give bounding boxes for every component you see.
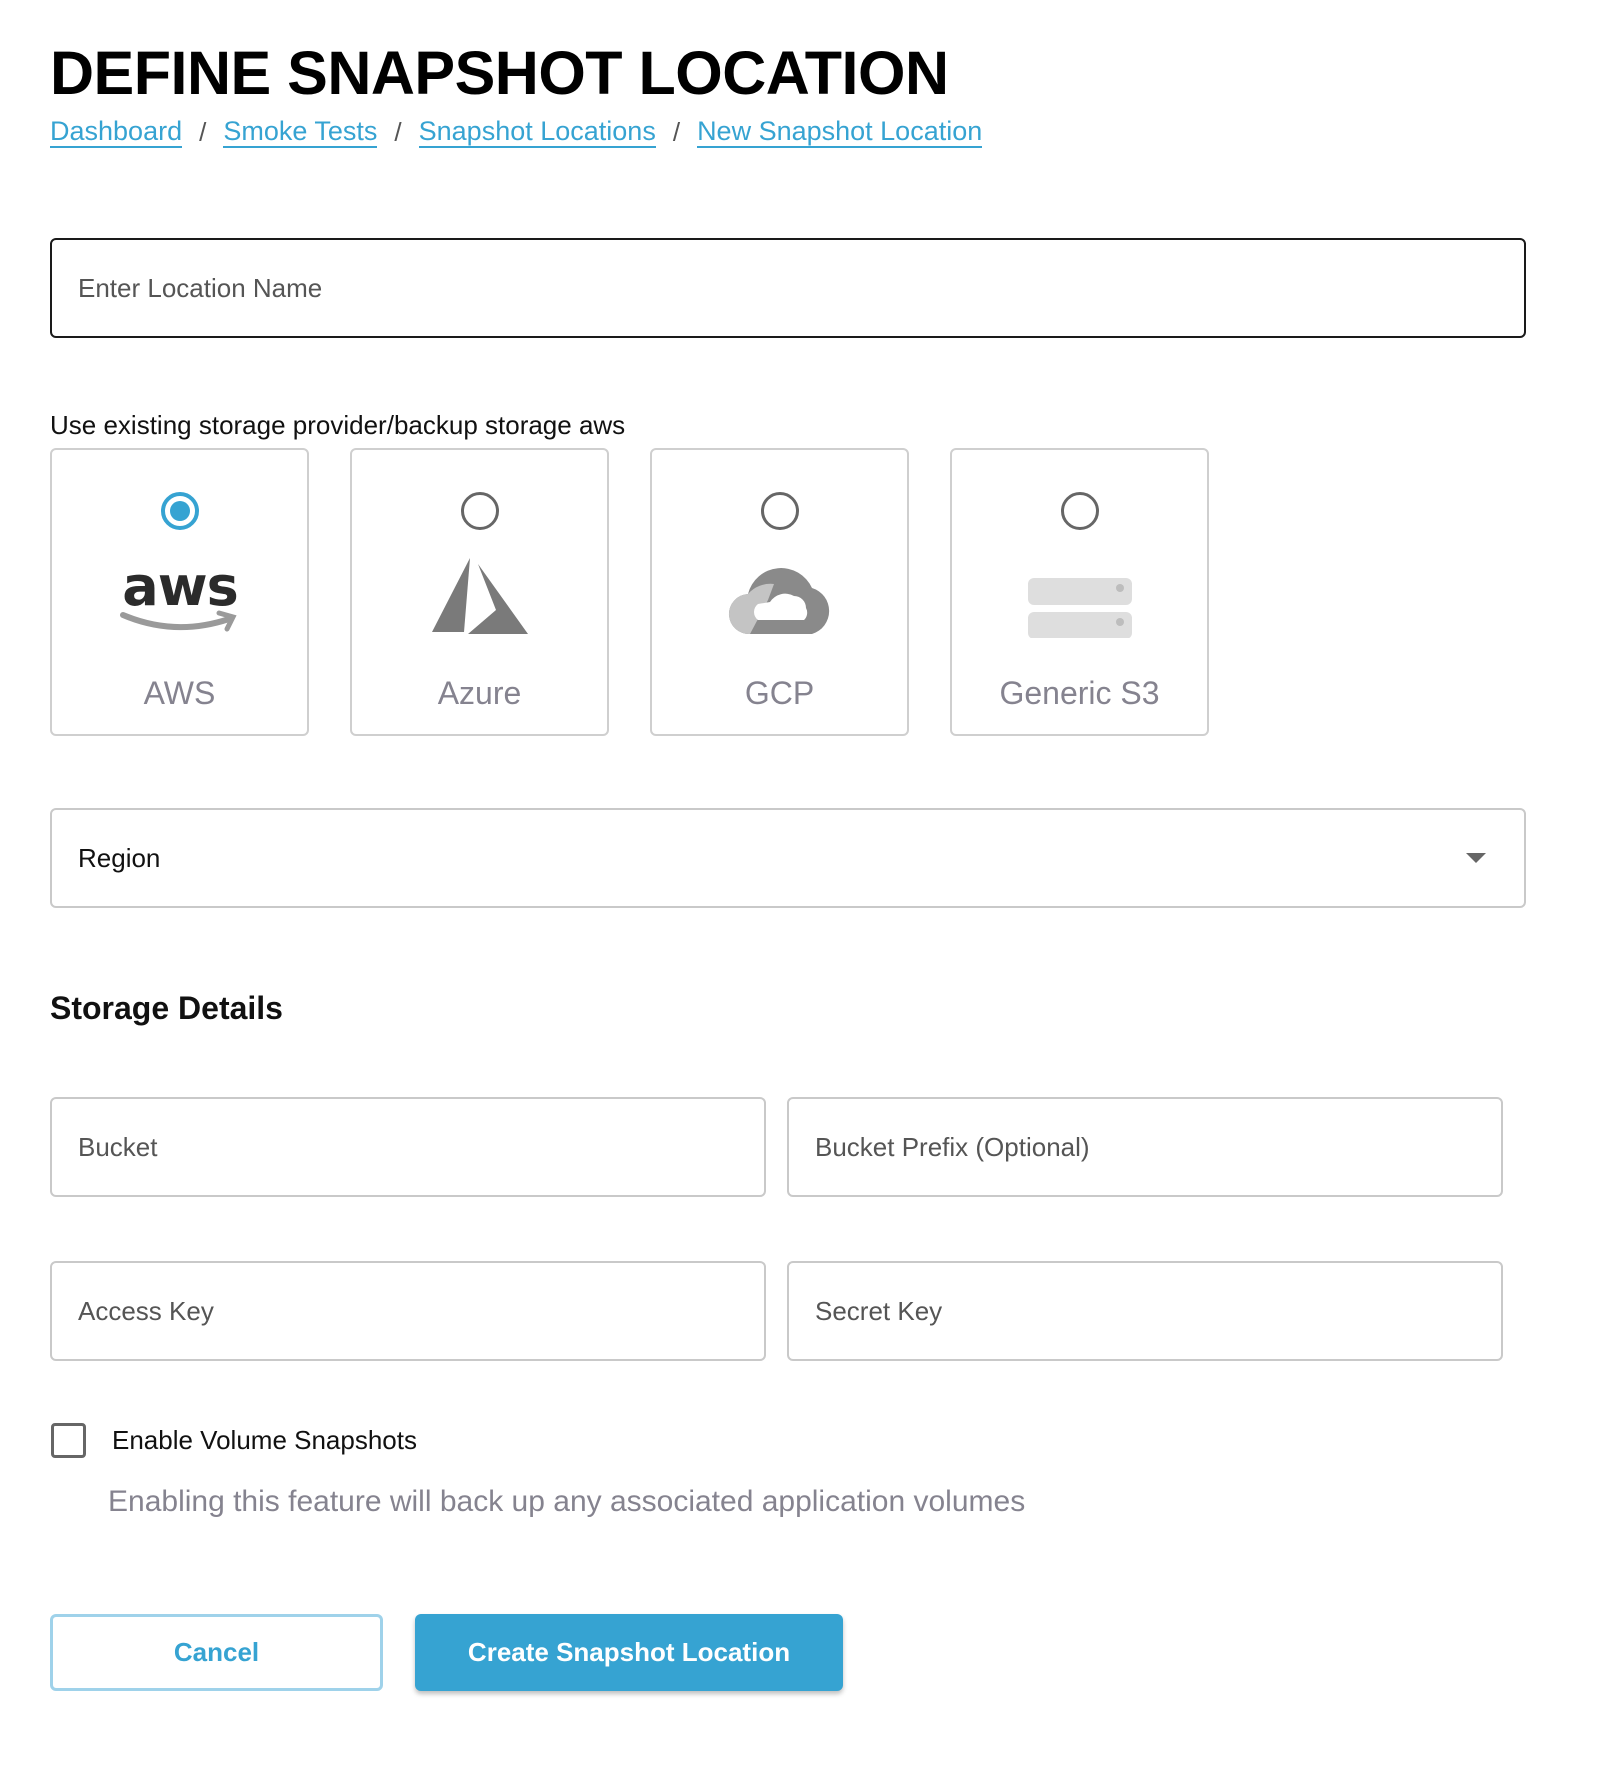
region-select-value: Region: [78, 842, 161, 873]
bucket-input[interactable]: [50, 1097, 766, 1197]
provider-name-azure: Azure: [437, 675, 522, 711]
provider-name-aws: AWS: [143, 675, 216, 711]
secret-key-input[interactable]: [787, 1261, 1503, 1361]
provider-card-azure[interactable]: Azure: [350, 448, 609, 736]
radio-dot: [169, 501, 190, 521]
breadcrumb-snapshot-locations[interactable]: Snapshot Locations: [418, 116, 656, 148]
gcp-cloud-icon: [728, 550, 832, 642]
location-name-input[interactable]: [50, 238, 1526, 338]
storage-details-heading: Storage Details: [50, 990, 283, 1026]
breadcrumb-smoke-tests[interactable]: Smoke Tests: [223, 116, 378, 148]
aws-logo-icon: aws: [115, 550, 245, 642]
azure-logo-icon: [428, 550, 532, 642]
provider-card-gcp[interactable]: GCP: [650, 448, 909, 736]
caret-down-icon: [1466, 853, 1486, 863]
provider-name-generic-s3: Generic S3: [999, 675, 1160, 711]
provider-card-generic-s3[interactable]: Generic S3: [950, 448, 1209, 736]
radio-generic-s3[interactable]: [1060, 492, 1099, 530]
radio-azure[interactable]: [460, 492, 499, 530]
volume-snapshots-helper-text: Enabling this feature will back up any a…: [108, 1485, 1026, 1518]
server-storage-icon: [1027, 550, 1132, 642]
provider-options: aws AWS Azure GCP Generic S3: [50, 448, 1209, 736]
breadcrumb-new-snapshot-location[interactable]: New Snapshot Location: [697, 116, 983, 148]
enable-volume-snapshots-row: Enable Volume Snapshots: [51, 1423, 417, 1458]
page: DEFINE SNAPSHOT LOCATION Dashboard / Smo…: [0, 0, 1622, 152]
access-key-input[interactable]: [50, 1261, 766, 1361]
breadcrumb: Dashboard / Smoke Tests / Snapshot Locat…: [50, 112, 1622, 152]
svg-text:aws: aws: [122, 555, 237, 618]
provider-label: Use existing storage provider/backup sto…: [50, 410, 626, 440]
create-snapshot-location-button[interactable]: Create Snapshot Location: [415, 1614, 843, 1691]
breadcrumb-separator: /: [199, 117, 207, 147]
region-select[interactable]: Region: [50, 808, 1526, 908]
radio-aws-selected[interactable]: [160, 492, 199, 530]
provider-card-aws[interactable]: aws AWS: [50, 448, 309, 736]
breadcrumb-separator: /: [672, 117, 681, 147]
bucket-prefix-input[interactable]: [787, 1097, 1503, 1197]
cancel-button[interactable]: Cancel: [50, 1614, 383, 1691]
enable-volume-snapshots-label[interactable]: Enable Volume Snapshots: [112, 1425, 417, 1456]
page-title: DEFINE SNAPSHOT LOCATION: [50, 39, 949, 107]
enable-volume-snapshots-checkbox[interactable]: [51, 1423, 86, 1458]
radio-gcp[interactable]: [760, 492, 799, 530]
breadcrumb-separator: /: [394, 117, 402, 147]
breadcrumb-dashboard[interactable]: Dashboard: [50, 116, 183, 148]
provider-name-gcp: GCP: [744, 675, 815, 711]
